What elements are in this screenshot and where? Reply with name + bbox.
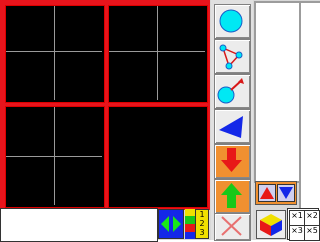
status-text-area[interactable]	[0, 208, 158, 242]
connect-tool-button[interactable]	[214, 39, 251, 74]
side-list-panel[interactable]	[299, 1, 320, 213]
zoom-x3-button[interactable]: ×3	[289, 225, 305, 241]
level-selector[interactable]: 1 2 3	[195, 209, 209, 239]
triangle-icon	[219, 116, 243, 138]
viewport-bottom-left[interactable]	[5, 106, 105, 208]
export-button[interactable]	[214, 179, 251, 214]
grid-line	[109, 51, 205, 52]
connect-nodes-icon	[219, 44, 243, 70]
zoom-x1-button[interactable]: ×1	[289, 210, 305, 226]
object-list-panel[interactable]	[254, 1, 302, 183]
scroll-buttons	[255, 181, 297, 205]
viewport-top-right[interactable]	[108, 5, 208, 103]
level-2[interactable]: 2	[196, 219, 208, 228]
scroll-up-button[interactable]	[258, 184, 276, 202]
circle-icon	[219, 9, 243, 33]
level-1[interactable]: 1	[196, 210, 208, 219]
grid-line	[157, 6, 158, 100]
left-right-nav-button[interactable]	[158, 209, 184, 239]
vector-tool-button[interactable]	[214, 74, 251, 109]
scroll-down-button[interactable]	[277, 184, 295, 202]
export-up-icon	[221, 183, 242, 208]
viewport-top-left[interactable]	[5, 5, 105, 103]
import-down-icon	[221, 148, 242, 172]
triangle-tool-button[interactable]	[214, 109, 251, 144]
app-window: 1 2 3 ×1 ×2 ×3 ×5	[0, 0, 320, 242]
grid-line	[54, 6, 55, 100]
import-button[interactable]	[214, 144, 251, 179]
zoom-selector: ×1 ×2 ×3 ×5	[287, 208, 320, 241]
viewport-bottom-right[interactable]	[108, 106, 208, 208]
color-cube-icon	[260, 214, 282, 236]
delete-button[interactable]	[214, 213, 251, 241]
level-3[interactable]: 3	[196, 228, 208, 237]
grid-line	[6, 156, 102, 157]
color-cube-button[interactable]	[256, 210, 286, 239]
circle-tool-button[interactable]	[214, 4, 251, 39]
delete-x-icon	[221, 216, 242, 236]
viewport-grid	[0, 0, 210, 210]
zoom-x2-button[interactable]: ×2	[304, 210, 320, 226]
grid-line	[6, 51, 102, 52]
left-right-arrows-icon	[161, 216, 181, 232]
down-arrow-icon	[279, 187, 293, 199]
vector-icon	[217, 78, 244, 104]
level-color-bar	[185, 209, 195, 239]
zoom-x5-button[interactable]: ×5	[304, 225, 320, 241]
tool-palette	[211, 0, 253, 241]
up-arrow-icon	[260, 187, 274, 199]
